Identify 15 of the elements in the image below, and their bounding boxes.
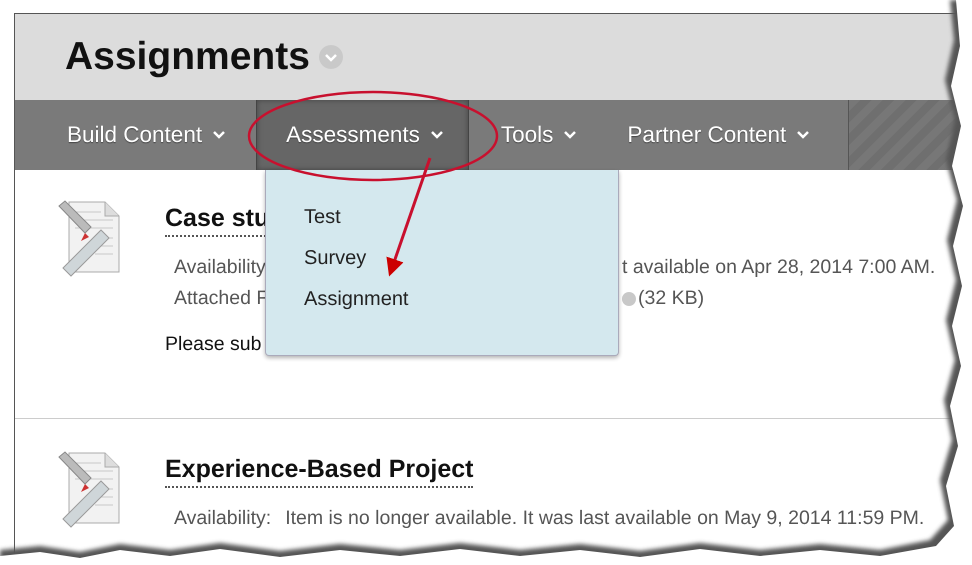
meta-label: Availability: <box>174 508 272 529</box>
nav-tab[interactable]: Build Content <box>67 100 256 170</box>
item-description: Please sub <box>165 333 262 356</box>
menu-item[interactable]: Assignment <box>304 288 408 311</box>
nav-tab[interactable]: Partner Content <box>595 100 828 170</box>
page-title: Assignments <box>65 35 310 79</box>
nav-tab[interactable]: Tools <box>468 100 596 170</box>
item-title-link[interactable]: Experience-Based Project <box>165 455 474 488</box>
menu-item[interactable]: Test <box>304 206 341 229</box>
meta-text: (32 KB) <box>638 288 704 309</box>
nav-tab[interactable]: Assessments <box>256 100 469 170</box>
meta-text: Item is no longer available. It was last available on May 9, 2014 11:59 PM. <box>285 508 924 529</box>
meta-label: Availability <box>174 256 266 278</box>
menu-item[interactable]: Survey <box>304 247 366 270</box>
meta-text: t available on Apr 28, 2014 7:00 AM. <box>622 257 936 278</box>
